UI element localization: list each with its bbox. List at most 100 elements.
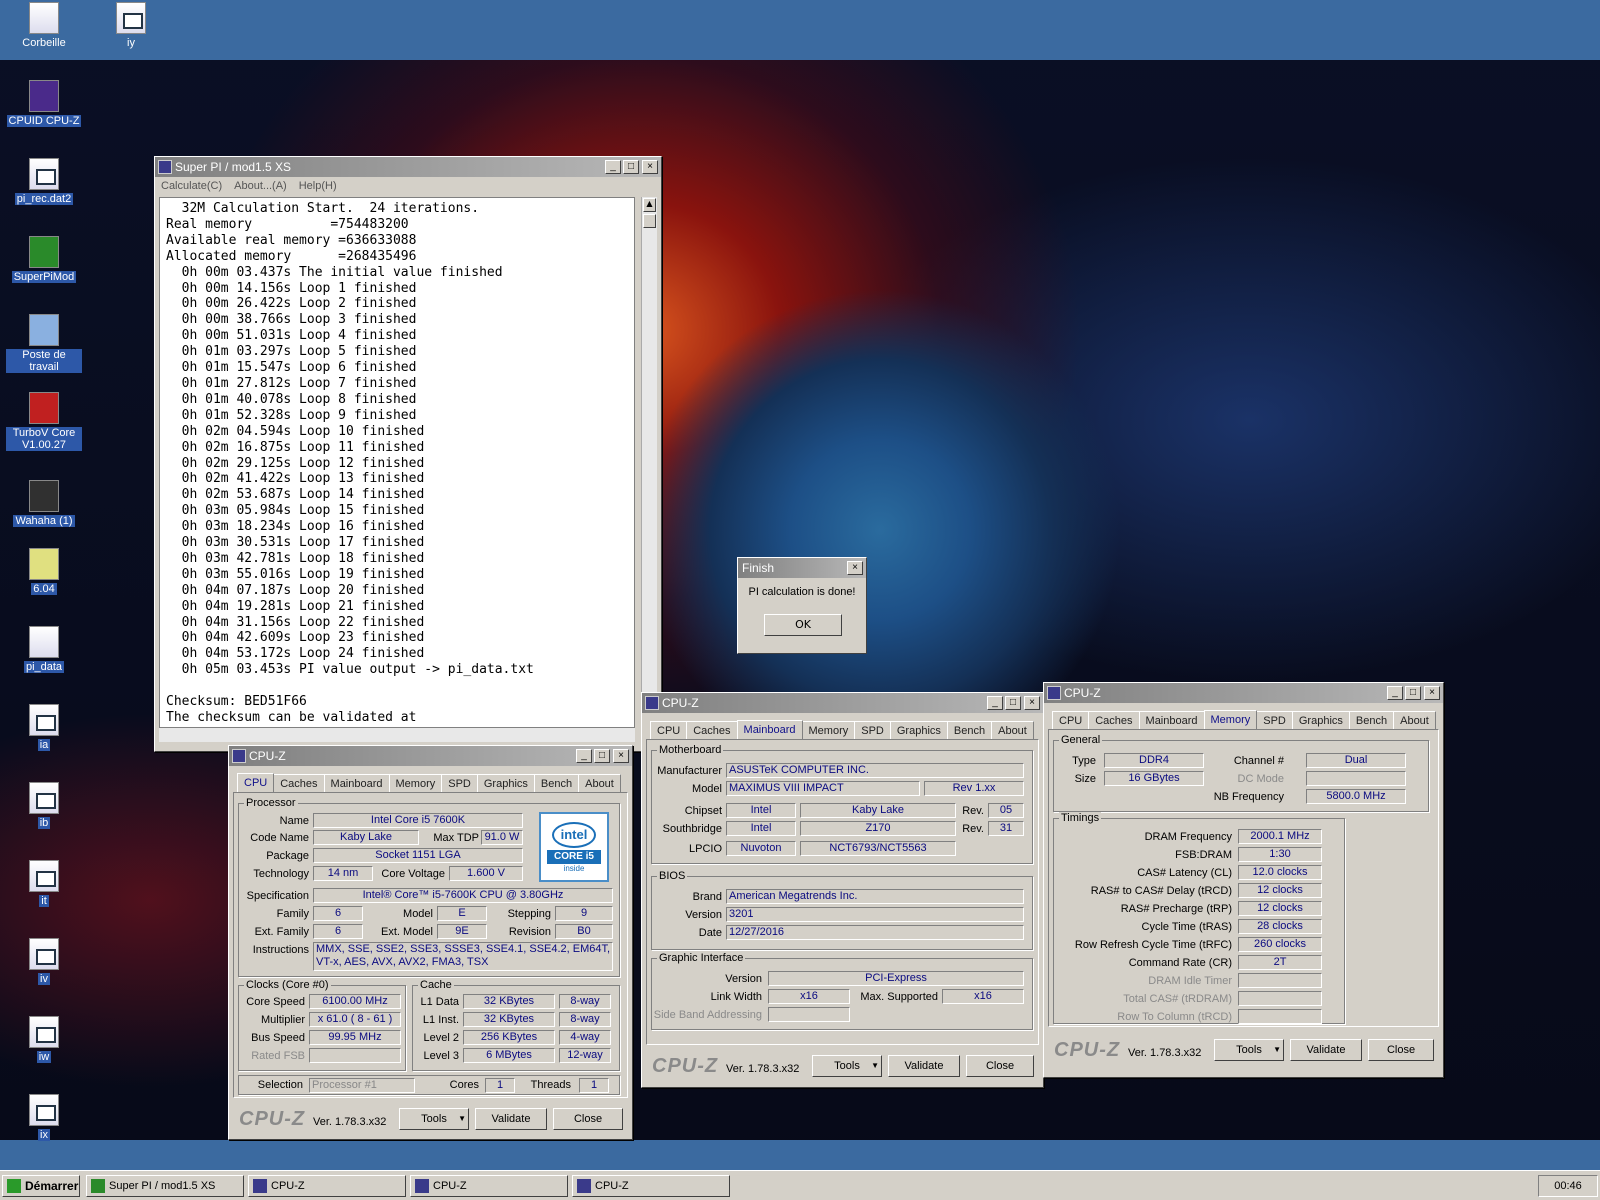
validate-button[interactable]: Validate <box>1290 1039 1362 1061</box>
memory-size-field: 16 GBytes <box>1104 771 1204 786</box>
tab-graphics[interactable]: Graphics <box>889 721 948 740</box>
menu-help[interactable]: Help(H) <box>299 180 337 192</box>
scroll-up-arrow-icon[interactable]: ▲ <box>643 198 656 212</box>
tab-caches[interactable]: Caches <box>1088 711 1140 730</box>
desktop-icon-ia[interactable]: ia <box>6 704 82 751</box>
maximize-button[interactable]: □ <box>1005 696 1021 710</box>
tools-button[interactable]: Tools <box>812 1055 882 1077</box>
tab-memory[interactable]: Memory <box>1203 710 1258 731</box>
tab-bench[interactable]: Bench <box>946 721 993 740</box>
close-button[interactable]: × <box>613 749 629 763</box>
threads-field: 1 <box>579 1078 609 1093</box>
family-field: 6 <box>313 906 363 921</box>
dc-mode-field <box>1306 771 1406 786</box>
desktop-icon-cpuz[interactable]: CPUID CPU-Z <box>6 80 82 127</box>
tab-about[interactable]: About <box>578 774 621 793</box>
desktop-icon-iv[interactable]: iv <box>6 938 82 985</box>
tab-cpu[interactable]: CPU <box>650 721 688 740</box>
finish-dialog: Finish × PI calculation is done! OK <box>737 557 867 654</box>
tab-mainboard[interactable]: Mainboard <box>1138 711 1205 730</box>
desktop-icon-wahaha[interactable]: Wahaha (1) <box>6 480 82 527</box>
desktop-icon-604[interactable]: 6.04 <box>6 548 82 595</box>
cpuz-cpu-window: CPU-Z _ □ × CPU Caches Mainboard Memory SPD Gra… <box>228 745 633 1140</box>
validate-button[interactable]: Validate <box>888 1055 960 1077</box>
minimize-button[interactable]: _ <box>1387 686 1403 700</box>
desktop-icon-iy[interactable]: iy <box>93 2 169 49</box>
maximize-button[interactable]: □ <box>1405 686 1421 700</box>
tab-graphics[interactable]: Graphics <box>1291 711 1350 730</box>
tab-cpu[interactable]: CPU <box>1052 711 1090 730</box>
tab-spd[interactable]: SPD <box>441 774 478 793</box>
desktop-icon-ib[interactable]: ib <box>6 782 82 829</box>
horizontal-scrollbar[interactable] <box>159 728 635 742</box>
maximize-button[interactable]: □ <box>594 749 610 763</box>
computer-icon <box>29 314 59 346</box>
tab-caches[interactable]: Caches <box>686 721 738 740</box>
tab-graphics[interactable]: Graphics <box>476 774 535 793</box>
finish-titlebar[interactable]: Finish × <box>738 558 866 578</box>
desktop-icon-superpimod[interactable]: SuperPiMod <box>6 236 82 283</box>
tab-mainboard[interactable]: Mainboard <box>736 720 803 741</box>
tab-memory[interactable]: Memory <box>388 774 443 793</box>
southbridge-vendor-field: Intel <box>726 821 796 836</box>
ok-button[interactable]: OK <box>764 614 842 636</box>
close-window-button[interactable]: Close <box>966 1055 1034 1077</box>
tab-spd[interactable]: SPD <box>854 721 891 740</box>
menu-about[interactable]: About...(A) <box>234 180 287 192</box>
cpuz-app-icon <box>253 1179 267 1193</box>
desktop-icon-my-computer[interactable]: Poste de travail <box>6 314 82 373</box>
memory-type-field: DDR4 <box>1104 753 1204 768</box>
taskbar-item-cpuz-2[interactable]: CPU-Z <box>410 1175 568 1197</box>
desktop-icon-turbov[interactable]: TurboV Core V1.00.27 <box>6 392 82 451</box>
tools-button[interactable]: Tools <box>1214 1039 1284 1061</box>
close-window-button[interactable]: Close <box>1368 1039 1434 1061</box>
bios-date-field: 12/27/2016 <box>726 925 1024 940</box>
cpuz-titlebar[interactable]: CPU-Z _ □ × <box>229 746 632 766</box>
desktop-icon-pi-data[interactable]: pi_data <box>6 626 82 673</box>
total-cas-field <box>1238 991 1322 1006</box>
tab-mainboard[interactable]: Mainboard <box>323 774 390 793</box>
superpi-app-icon <box>29 236 59 268</box>
superpi-titlebar[interactable]: Super PI / mod1.5 XS _ □ × <box>155 157 661 177</box>
cpuz-titlebar[interactable]: CPU-Z _ □ × <box>1044 683 1443 703</box>
scroll-thumb[interactable] <box>643 214 656 228</box>
desktop-icon-it[interactable]: it <box>6 860 82 907</box>
taskbar-item-cpuz-1[interactable]: CPU-Z <box>248 1175 406 1197</box>
desktop-icon-pi-rec[interactable]: pi_rec.dat2 <box>6 158 82 205</box>
tab-bench[interactable]: Bench <box>533 774 580 793</box>
close-button[interactable]: × <box>1424 686 1440 700</box>
tab-about[interactable]: About <box>991 721 1034 740</box>
validate-button[interactable]: Validate <box>475 1108 547 1130</box>
start-button[interactable]: Démarrer <box>2 1175 80 1197</box>
desktop-icon-recycle-bin[interactable]: Corbeille <box>6 2 82 49</box>
desktop-icon-ix[interactable]: ix <box>6 1094 82 1141</box>
close-button[interactable]: × <box>1024 696 1040 710</box>
tools-button[interactable]: Tools <box>399 1108 469 1130</box>
processor-select[interactable]: Processor #1 <box>309 1078 415 1093</box>
tab-cpu[interactable]: CPU <box>237 773 275 794</box>
clocks-group: Clocks (Core #0) Core Speed 6100.00 MHz M… <box>238 979 406 1071</box>
close-window-button[interactable]: Close <box>553 1108 623 1130</box>
close-button[interactable]: × <box>642 160 658 174</box>
cpuz-app-icon <box>232 749 246 763</box>
tab-bench[interactable]: Bench <box>1348 711 1395 730</box>
minimize-button[interactable]: _ <box>987 696 1003 710</box>
cpuz-titlebar[interactable]: CPU-Z _ □ × <box>642 693 1043 713</box>
menu-calculate[interactable]: Calculate(C) <box>161 180 222 192</box>
minimize-button[interactable]: _ <box>605 160 621 174</box>
tab-memory[interactable]: Memory <box>801 721 856 740</box>
core-speed-field: 6100.00 MHz <box>309 994 401 1009</box>
close-button[interactable]: × <box>847 561 863 575</box>
manufacturer-field: ASUSTeK COMPUTER INC. <box>726 763 1024 778</box>
taskbar-item-cpuz-3[interactable]: CPU-Z <box>572 1175 730 1197</box>
vertical-scrollbar[interactable]: ▲ <box>641 197 657 728</box>
taskbar-item-superpi[interactable]: Super PI / mod1.5 XS <box>86 1175 244 1197</box>
maxtdp-field: 91.0 W <box>481 830 523 845</box>
tab-about[interactable]: About <box>1393 711 1436 730</box>
desktop-icon-iw[interactable]: iw <box>6 1016 82 1063</box>
tab-caches[interactable]: Caches <box>273 774 325 793</box>
tab-spd[interactable]: SPD <box>1256 711 1293 730</box>
minimize-button[interactable]: _ <box>576 749 592 763</box>
maximize-button[interactable]: □ <box>623 160 639 174</box>
file-icon <box>29 1016 59 1048</box>
